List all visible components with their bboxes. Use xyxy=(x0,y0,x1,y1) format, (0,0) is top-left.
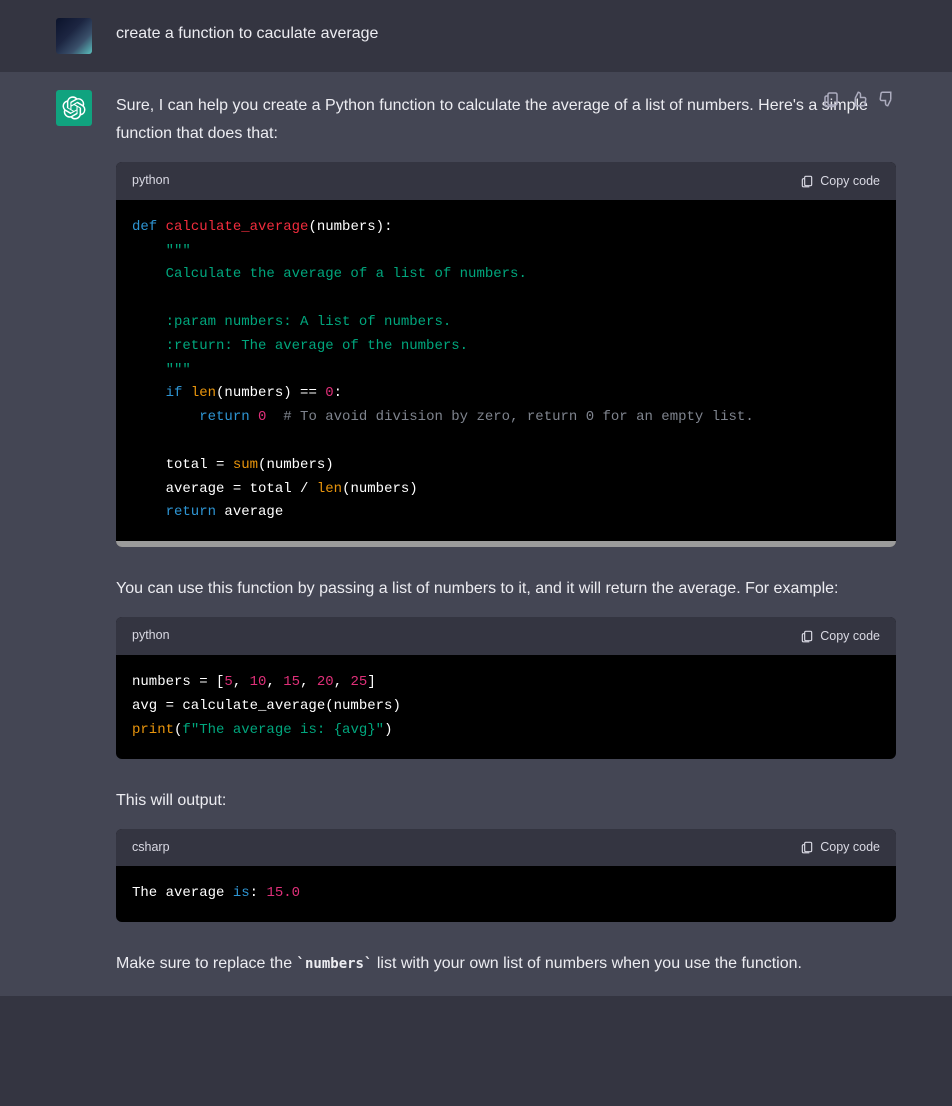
code-content[interactable]: numbers = [5, 10, 15, 20, 25] avg = calc… xyxy=(116,655,896,758)
clipboard-icon xyxy=(800,629,814,643)
assistant-message: Sure, I can help you create a Python fun… xyxy=(0,72,952,996)
copy-code-label: Copy code xyxy=(820,629,880,643)
user-avatar xyxy=(56,18,92,54)
code-block-3: csharp Copy code The average is: 15.0 xyxy=(116,829,896,923)
horizontal-scrollbar[interactable] xyxy=(116,541,896,547)
inline-code: `numbers` xyxy=(297,956,373,972)
copy-code-button[interactable]: Copy code xyxy=(800,629,880,643)
copy-code-button[interactable]: Copy code xyxy=(800,840,880,854)
user-text: create a function to caculate average xyxy=(116,20,896,48)
copy-code-label: Copy code xyxy=(820,840,880,854)
user-message: create a function to caculate average xyxy=(0,0,952,72)
thumbs-up-icon[interactable] xyxy=(850,90,868,118)
assistant-intro: Sure, I can help you create a Python fun… xyxy=(116,92,896,148)
clipboard-icon xyxy=(800,840,814,854)
assistant-avatar xyxy=(56,90,92,126)
assistant-closing: Make sure to replace the `numbers` list … xyxy=(116,950,896,978)
assistant-usage-text: You can use this function by passing a l… xyxy=(116,575,896,603)
clipboard-icon xyxy=(800,174,814,188)
code-lang-label: python xyxy=(132,625,170,647)
copy-code-label: Copy code xyxy=(820,174,880,188)
copy-code-button[interactable]: Copy code xyxy=(800,174,880,188)
code-block-2: python Copy code numbers = [5, 10, 15, 2… xyxy=(116,617,896,758)
code-lang-label: csharp xyxy=(132,837,170,859)
clipboard-icon[interactable] xyxy=(822,90,840,118)
thumbs-down-icon[interactable] xyxy=(878,90,896,118)
code-content[interactable]: The average is: 15.0 xyxy=(116,866,896,922)
code-block-1: python Copy code def calculate_average(n… xyxy=(116,162,896,547)
code-lang-label: python xyxy=(132,170,170,192)
assistant-output-lead: This will output: xyxy=(116,787,896,815)
message-actions xyxy=(822,90,896,118)
code-content[interactable]: def calculate_average(numbers): """ Calc… xyxy=(116,200,896,541)
